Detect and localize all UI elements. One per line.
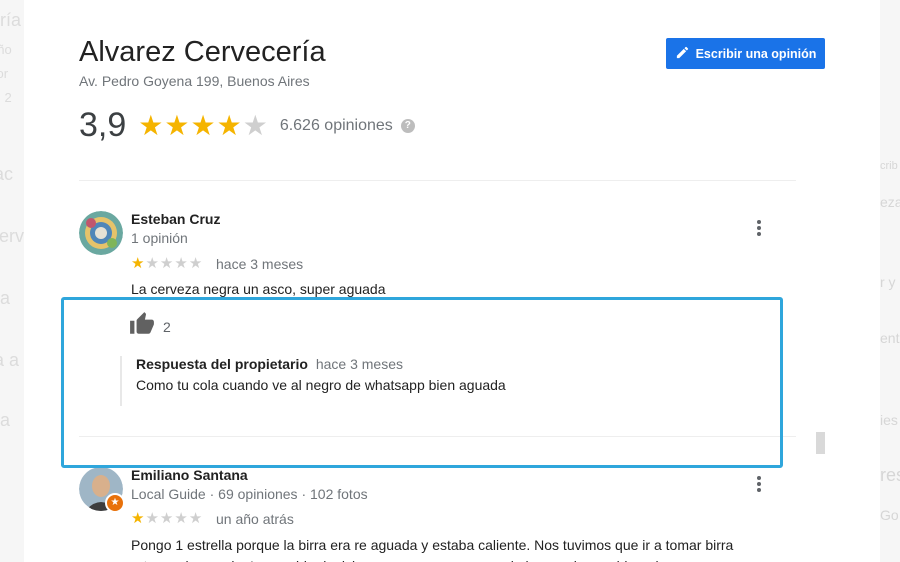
pencil-icon <box>675 45 690 63</box>
avatar[interactable] <box>79 211 123 255</box>
bg-fragment: n. 2 <box>0 90 12 105</box>
reviewer-meta: 1 opinión <box>131 230 188 246</box>
star-icon: ★ <box>159 510 174 527</box>
reviewer-name[interactable]: Esteban Cruz <box>131 211 220 227</box>
reviewer-name[interactable]: Emiliano Santana <box>131 467 248 483</box>
review-stars: ★ ★ ★ ★ ★ <box>131 256 202 271</box>
bg-fragment: res <box>880 465 900 485</box>
owner-reply-text: Como tu cola cuando ve al negro de whats… <box>136 377 506 393</box>
bg-fragment: sor <box>0 66 9 81</box>
star-icon: ★ <box>188 255 203 272</box>
star-icon: ★ <box>138 109 164 141</box>
review-count: 6.626 opiniones <box>279 116 393 134</box>
star-icon: ★ <box>145 510 159 527</box>
place-title: Alvarez Cervecería <box>79 36 326 68</box>
bg-fragment: eño <box>0 42 12 57</box>
star-icon: ★ <box>242 109 268 141</box>
bg-fragment: eza <box>880 194 900 210</box>
background-left-panel: ería eño sor n. 2 lac cerv ria ia a ria <box>0 0 24 562</box>
bg-fragment: cerv <box>0 226 24 246</box>
background-right-panel: crib eza r y ente res ies Go <box>880 0 900 562</box>
rating-stars: ★ ★ ★ ★ ★ <box>138 109 268 141</box>
star-icon: ★ <box>145 255 159 272</box>
bg-fragment: ente <box>880 330 900 346</box>
star-icon: ★ <box>174 255 188 272</box>
reviews-dialog: Alvarez Cervecería Av. Pedro Goyena 199,… <box>24 0 880 562</box>
review-text: La cerveza negra un asco, super aguada <box>131 281 386 297</box>
write-review-button[interactable]: Escribir una opinión <box>666 38 825 69</box>
more-options-icon[interactable] <box>749 218 769 238</box>
star-icon: ★ <box>159 255 174 272</box>
star-icon: ★ <box>131 255 145 272</box>
write-review-label: Escribir una opinión <box>695 46 817 61</box>
more-options-icon[interactable] <box>749 474 769 494</box>
local-guide-badge: ★ <box>105 493 125 513</box>
help-icon[interactable]: ? <box>400 118 415 133</box>
rating-summary: 3,9 ★ ★ ★ ★ ★ 6.626 opiniones ? <box>79 106 415 145</box>
star-icon: ★ <box>188 510 203 527</box>
thumbs-up-icon <box>129 311 155 342</box>
like-count: 2 <box>163 318 171 335</box>
review-time: un año atrás <box>216 511 294 527</box>
bg-fragment: crib <box>880 160 898 172</box>
bg-fragment: lac <box>0 164 14 184</box>
star-icon: ★ <box>131 510 145 527</box>
owner-reply: Respuesta del propietario hace 3 meses C… <box>120 356 736 406</box>
reviewer-meta: Local Guide · 69 opiniones · 102 fotos <box>131 486 368 502</box>
bg-fragment: ria <box>0 288 11 308</box>
bg-fragment: ies <box>880 412 898 428</box>
star-icon: ★ <box>190 109 216 141</box>
review-time: hace 3 meses <box>216 256 304 272</box>
star-icon: ★ <box>216 109 242 141</box>
review-stars: ★ ★ ★ ★ ★ <box>131 511 202 526</box>
like-button[interactable]: 2 <box>129 311 171 342</box>
average-rating: 3,9 <box>79 106 127 144</box>
owner-reply-time: hace 3 meses <box>315 356 403 372</box>
review-text: Pongo 1 estrella porque la birra era re … <box>131 537 754 562</box>
bg-fragment: Go <box>880 507 899 523</box>
bg-fragment: ria <box>0 410 11 430</box>
star-icon: ★ <box>174 510 188 527</box>
bg-fragment: ia a <box>0 350 20 370</box>
divider <box>79 180 796 181</box>
bg-fragment: ería <box>0 10 22 30</box>
owner-reply-title: Respuesta del propietario <box>136 356 308 372</box>
divider <box>79 436 796 437</box>
bg-fragment: r y <box>880 274 896 290</box>
star-icon: ★ <box>164 109 190 141</box>
place-address: Av. Pedro Goyena 199, Buenos Aires <box>79 73 310 89</box>
scrollbar-thumb[interactable] <box>816 432 825 454</box>
